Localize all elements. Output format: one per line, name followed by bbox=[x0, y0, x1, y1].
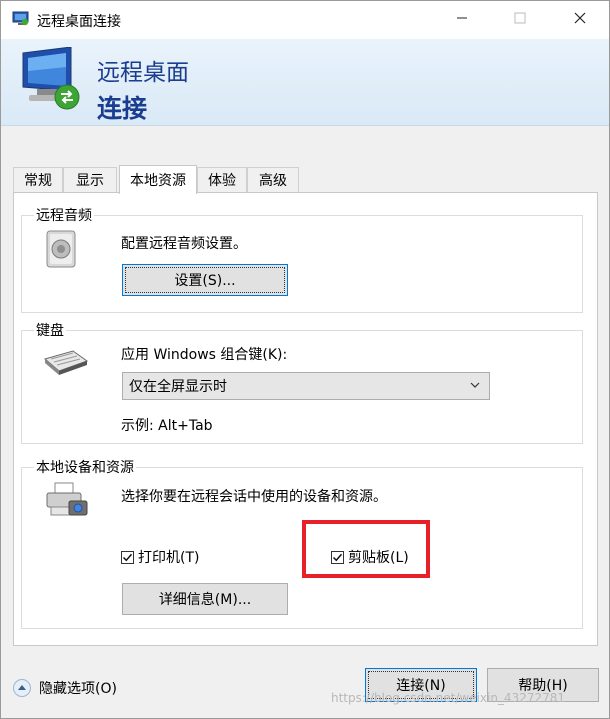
header-banner: 远程桌面 连接 bbox=[1, 39, 609, 126]
tab-experience[interactable]: 体验 bbox=[197, 167, 247, 192]
local-devices-legend: 本地设备和资源 bbox=[36, 460, 134, 476]
highlight-annotation-box bbox=[302, 520, 430, 578]
speaker-icon bbox=[45, 229, 79, 273]
window-title: 远程桌面连接 bbox=[37, 14, 121, 30]
windows-key-combination-select[interactable]: 仅在全屏显示时 bbox=[122, 372, 490, 400]
remote-desktop-monitor-icon bbox=[19, 46, 89, 117]
chevron-up-icon bbox=[13, 679, 31, 697]
minimize-icon bbox=[456, 12, 468, 28]
tab-local-resources[interactable]: 本地资源 bbox=[119, 165, 197, 194]
devices-description: 选择你要在远程会话中使用的设备和资源。 bbox=[121, 489, 387, 505]
details-button[interactable]: 详细信息(M)... bbox=[122, 583, 288, 615]
tab-advanced[interactable]: 高级 bbox=[247, 167, 299, 192]
watermark-text: https://blog.csdn.net/weixin_43272781 bbox=[331, 691, 566, 705]
remote-desktop-app-icon bbox=[12, 11, 30, 27]
banner-subtitle: 连接 bbox=[97, 94, 148, 123]
banner-title: 远程桌面 bbox=[97, 60, 189, 86]
hide-options-label: 隐藏选项(O) bbox=[39, 681, 117, 697]
maximize-icon bbox=[514, 12, 526, 28]
maximize-button[interactable] bbox=[491, 1, 549, 39]
keyboard-label: 应用 Windows 组合键(K): bbox=[121, 347, 288, 363]
keyboard-example: 示例: Alt+Tab bbox=[121, 418, 213, 434]
remote-audio-group: 远程音频 bbox=[21, 205, 583, 313]
printer-checkbox-label: 打印机(T) bbox=[138, 550, 200, 566]
audio-description: 配置远程音频设置。 bbox=[121, 236, 247, 252]
remote-desktop-window: 远程桌面连接 远程桌面 连接 常规 显示 本地资源 体验 高级 远程音频 配置远… bbox=[0, 0, 610, 719]
tab-general[interactable]: 常规 bbox=[13, 167, 63, 192]
chevron-down-icon bbox=[469, 379, 481, 391]
close-icon bbox=[574, 12, 586, 28]
printer-checkbox-box[interactable] bbox=[121, 550, 134, 564]
remote-audio-legend: 远程音频 bbox=[36, 208, 92, 224]
keyboard-legend: 键盘 bbox=[36, 323, 64, 339]
minimize-button[interactable] bbox=[433, 1, 491, 39]
close-button[interactable] bbox=[551, 1, 609, 39]
printer-checkbox[interactable]: 打印机(T) bbox=[121, 547, 199, 567]
audio-settings-button[interactable]: 设置(S)... bbox=[122, 264, 288, 296]
printer-device-icon bbox=[45, 481, 89, 525]
keyboard-icon bbox=[43, 349, 89, 379]
hide-options-toggle[interactable]: 隐藏选项(O) bbox=[13, 678, 117, 698]
tab-display[interactable]: 显示 bbox=[63, 167, 117, 192]
title-bar[interactable]: 远程桌面连接 bbox=[1, 1, 609, 39]
